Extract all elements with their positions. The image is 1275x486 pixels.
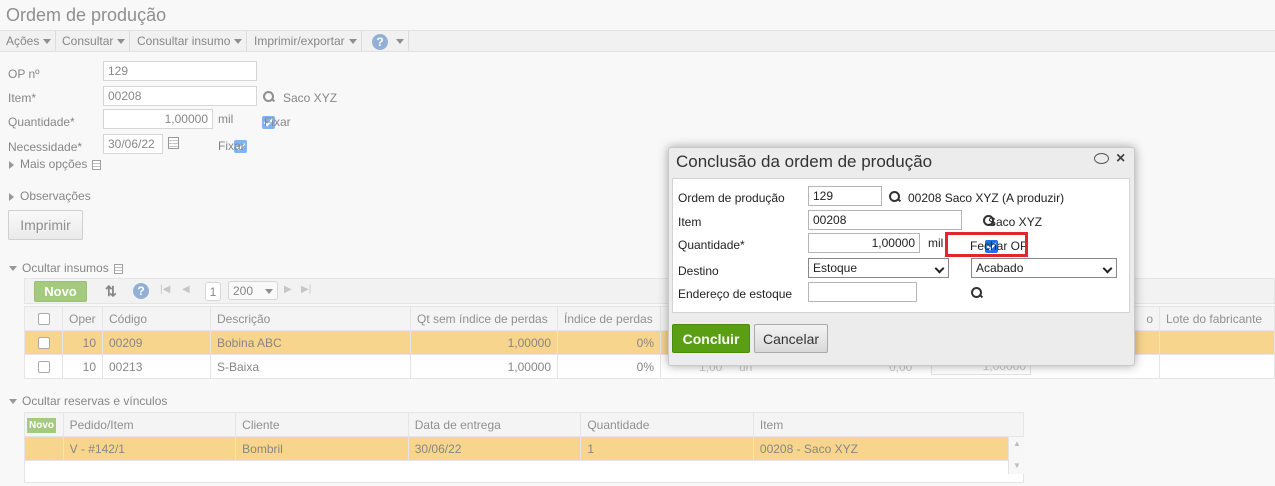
cancelar-button[interactable]: Cancelar bbox=[754, 324, 828, 353]
endereco-field[interactable] bbox=[808, 282, 917, 302]
item-field[interactable]: 00208 bbox=[808, 210, 962, 230]
ordem-description: 00208 Saco XYZ (A produzir) bbox=[908, 191, 1065, 205]
fechar-op-highlight bbox=[945, 232, 1028, 257]
comment-icon[interactable] bbox=[1094, 153, 1109, 164]
dialog-title: Conclusão da ordem de produção bbox=[676, 152, 933, 171]
destino-select[interactable]: Estoque bbox=[808, 258, 949, 278]
destino-value: Estoque bbox=[813, 261, 858, 275]
quantity-unit: mil bbox=[928, 236, 944, 250]
destino-label: Destino bbox=[678, 264, 719, 278]
search-icon[interactable] bbox=[971, 287, 983, 299]
item-label: Item bbox=[678, 215, 702, 229]
ordem-field[interactable]: 129 bbox=[808, 186, 882, 206]
conclusao-dialog: Conclusão da ordem de produção × Ordem d… bbox=[668, 147, 1135, 366]
concluir-button[interactable]: Concluir bbox=[672, 324, 750, 353]
close-icon[interactable]: × bbox=[1116, 150, 1125, 168]
endereco-label: Endereço de estoque bbox=[678, 287, 793, 301]
ordem-label: Ordem de produção bbox=[678, 191, 785, 205]
dialog-body: Ordem de produção 129 00208 Saco XYZ (A … bbox=[672, 178, 1130, 313]
destino-secondary-value: Acabado bbox=[976, 261, 1024, 275]
quantity-field[interactable]: 1,00000 bbox=[808, 233, 920, 253]
item-description: Saco XYZ bbox=[988, 215, 1043, 229]
search-icon[interactable] bbox=[889, 191, 901, 203]
destino-secondary-select[interactable]: Acabado bbox=[971, 258, 1117, 278]
chevron-down-icon bbox=[1102, 263, 1113, 274]
quantity-label: Quantidade* bbox=[678, 238, 745, 252]
chevron-down-icon bbox=[934, 263, 945, 274]
